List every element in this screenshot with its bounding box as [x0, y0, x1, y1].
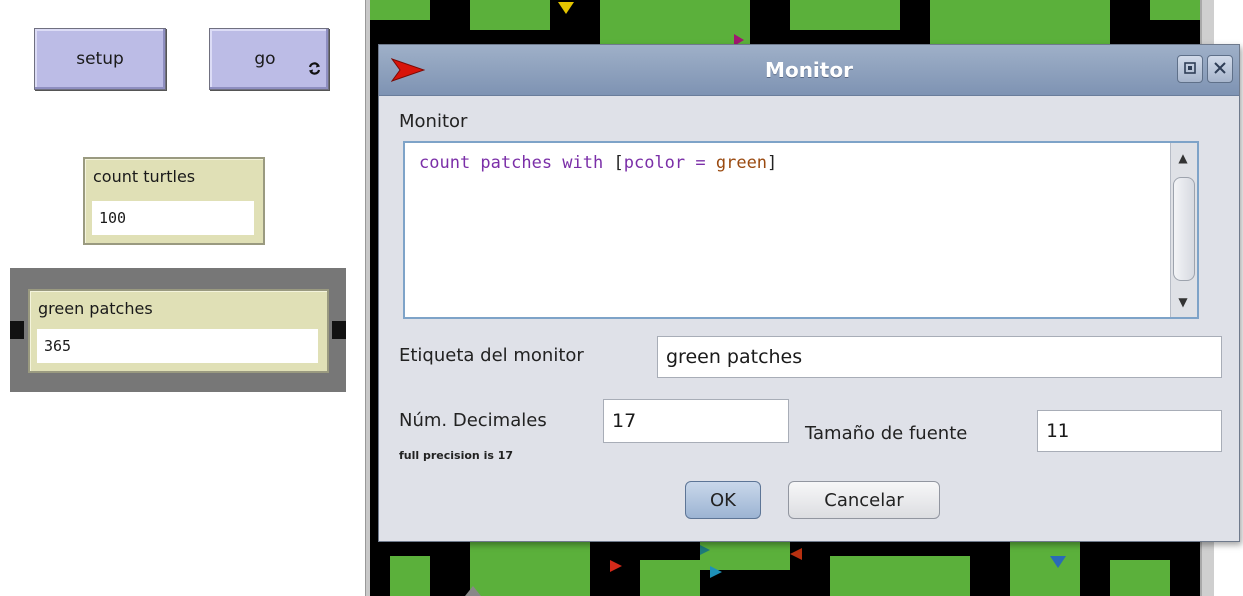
monitor-green-patches[interactable]: green patches 365: [28, 289, 329, 373]
font-size-label: Tamaño de fuente: [805, 423, 968, 444]
decimal-places-input[interactable]: [603, 399, 789, 443]
display-name-label: Etiqueta del monitor: [399, 345, 584, 366]
code-scrollbar[interactable]: ▲ ▼: [1170, 143, 1197, 317]
resize-handle-left[interactable]: [10, 321, 24, 339]
setup-button[interactable]: setup: [34, 28, 166, 90]
display-name-input[interactable]: [657, 336, 1222, 378]
font-size-input[interactable]: [1037, 410, 1222, 452]
scroll-up-arrow-icon[interactable]: ▲: [1173, 145, 1193, 171]
cancel-button-label: Cancelar: [824, 489, 904, 511]
monitor-value: 365: [37, 329, 318, 363]
scroll-down-arrow-icon[interactable]: ▼: [1173, 289, 1193, 315]
resize-handle-right[interactable]: [332, 321, 346, 339]
ok-button-label: OK: [710, 489, 736, 511]
cancel-button[interactable]: Cancelar: [788, 481, 940, 519]
monitor-dialog: Monitor Monitor count patches with [pcol…: [378, 44, 1240, 542]
maximize-icon: [1183, 60, 1197, 79]
dialog-titlebar[interactable]: Monitor: [379, 45, 1239, 96]
reporter-code-editor[interactable]: count patches with [pcolor = green] ▲ ▼: [403, 141, 1199, 319]
monitor-value: 100: [92, 201, 254, 235]
forever-loop-icon: [307, 61, 322, 79]
monitor-count-turtles[interactable]: count turtles 100: [83, 157, 265, 245]
go-button[interactable]: go: [209, 28, 329, 90]
setup-button-label: setup: [76, 49, 124, 69]
reporter-label: Monitor: [399, 111, 468, 132]
maximize-button[interactable]: [1177, 55, 1203, 83]
monitor-label: green patches: [38, 299, 153, 318]
go-button-label: go: [254, 49, 276, 69]
scroll-thumb[interactable]: [1173, 177, 1195, 281]
precision-hint: full precision is 17: [399, 449, 514, 462]
reporter-code: count patches with [pcolor = green]: [419, 153, 778, 173]
close-icon: [1213, 60, 1227, 79]
dialog-title: Monitor: [765, 58, 853, 82]
monitor-label: count turtles: [93, 167, 196, 186]
decimal-places-label: Núm. Decimales: [399, 410, 547, 431]
close-button[interactable]: [1207, 55, 1233, 83]
ok-button[interactable]: OK: [685, 481, 761, 519]
